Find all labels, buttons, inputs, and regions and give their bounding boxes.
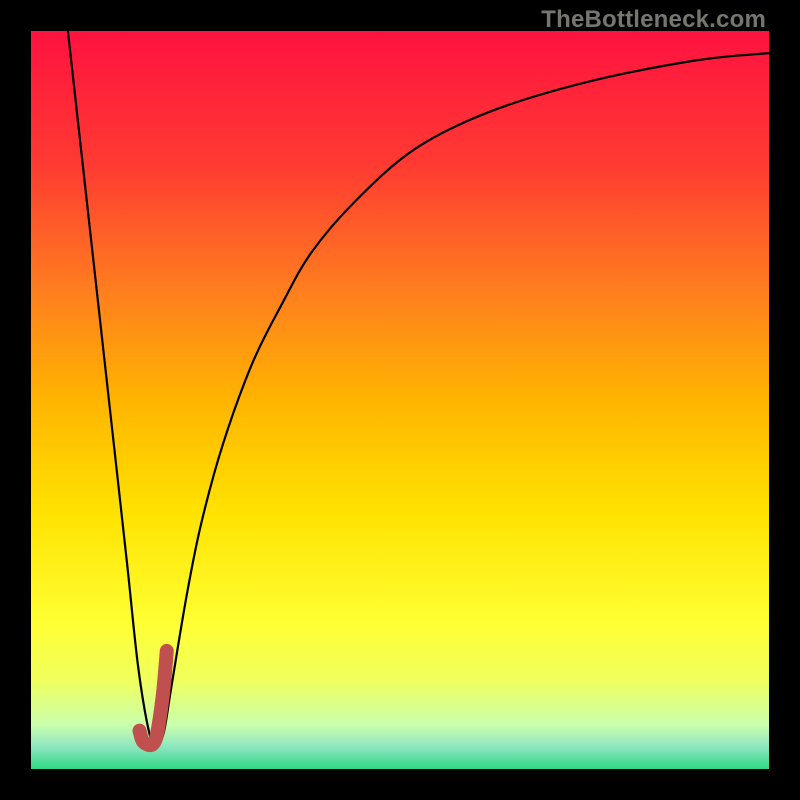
watermark-text: TheBottleneck.com (541, 6, 766, 34)
chart-frame: TheBottleneck.com (0, 0, 800, 800)
bottleneck-curve (68, 31, 769, 747)
plot-area (31, 31, 769, 769)
curve-svg (31, 31, 769, 769)
